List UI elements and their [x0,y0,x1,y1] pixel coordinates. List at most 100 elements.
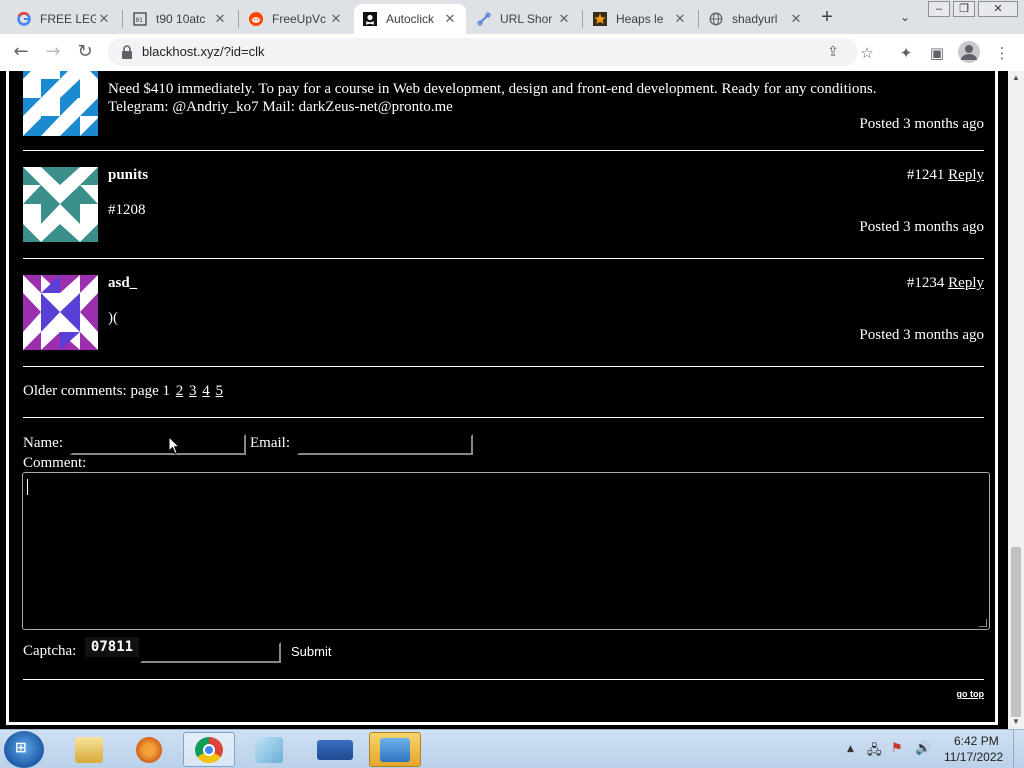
clock-date[interactable]: 11/17/2022 [944,750,1003,764]
name-field[interactable] [70,434,246,455]
tab-title: Autoclick [386,12,435,26]
taskbar-keyboard[interactable] [309,732,361,767]
site-icon: 01 [132,11,148,27]
scrollbar-thumb[interactable] [1011,547,1021,717]
chrome-icon [195,736,223,763]
tab-t90[interactable]: 01 t90 10atc ✕ [124,4,236,34]
profile-avatar-icon[interactable] [958,41,980,63]
keyboard-icon [317,739,353,760]
control-panel-icon [380,737,410,762]
action-center-flag-icon[interactable]: ⚑ [891,741,903,756]
comment-number: #1241 [906,167,945,183]
page-link[interactable]: 5 [216,383,224,399]
network-icon[interactable]: 🖧 [867,741,882,763]
google-icon [16,11,32,27]
close-icon[interactable]: ✕ [212,11,228,27]
start-button[interactable]: ⊞ [4,731,44,768]
lock-icon [122,45,132,59]
divider [23,417,984,418]
resize-handle[interactable] [979,619,987,627]
scroll-down-arrow-icon[interactable]: ▼ [1008,715,1024,729]
tab-separator [238,10,239,28]
taskbar-chrome[interactable] [183,732,235,767]
close-icon[interactable]: ✕ [556,11,572,27]
comment-author[interactable]: punits [108,167,148,184]
submit-button[interactable]: Submit [291,644,332,659]
captcha-image: 07811 [85,637,139,657]
reply-link[interactable]: Reply [948,275,984,291]
clock-time[interactable]: 6:42 PM [954,734,999,748]
mouse-pointer-icon [168,436,180,455]
comment-posted-time: Posted 3 months ago [859,219,984,235]
email-field[interactable] [297,434,473,455]
avatar [23,275,98,350]
volume-icon[interactable]: 🔊 [915,741,931,756]
show-desktop-button[interactable] [1013,730,1024,768]
media-player-icon [136,736,162,763]
address-bar[interactable]: blackhost.xyz/?id=clk ⇪ [108,38,858,66]
taskbar-media-player[interactable] [123,732,175,767]
forward-arrow-icon[interactable]: → [41,40,65,64]
comment-body: Need $410 immediately. To pay for a cour… [108,80,978,116]
close-icon[interactable]: ✕ [96,11,112,27]
close-icon[interactable]: ✕ [672,11,688,27]
comment-text-line: Need $410 immediately. To pay for a cour… [108,81,877,97]
windows-logo-icon: ⊞ [15,740,27,756]
comment-number: #1234 [906,275,945,291]
bookmark-star-icon[interactable]: ☆ [856,42,878,64]
tab-free-leg[interactable]: FREE LEG ✕ [8,4,120,34]
comment-author[interactable]: asd_ [108,275,137,292]
tab-freeupvc[interactable]: FreeUpVc ✕ [240,4,352,34]
kebab-menu-icon[interactable]: ⋮ [991,42,1013,64]
show-hidden-icons-arrow-icon[interactable]: ▲ [847,744,854,754]
extensions-puzzle-icon[interactable]: ✦ [895,42,917,64]
pagination-label: Older comments: page [23,383,159,399]
reddit-icon [248,11,264,27]
tab-autoclick[interactable]: Autoclick ✕ [354,4,466,34]
page-link[interactable]: 3 [189,383,197,399]
svg-text:01: 01 [136,17,144,24]
side-panel-icon[interactable]: ▣ [926,42,948,64]
tab-heaps[interactable]: Heaps le ✕ [584,4,696,34]
page-link[interactable]: 2 [176,383,184,399]
comment-posted-time: Posted 3 months ago [859,327,984,343]
comment-meta: #1241 Reply [907,167,984,184]
tab-shadyurl[interactable]: shadyurl ✕ [700,4,812,34]
reply-link[interactable]: Reply [948,167,984,183]
comment-textarea[interactable] [22,472,990,630]
tab-title: FreeUpVc [272,12,327,26]
minimize-button[interactable]: – [928,1,950,17]
taskbar-notepad[interactable] [243,732,295,767]
taskbar: ⊞ ▲ 🖧 ⚑ 🔊 6:42 PM 11/17/2022 [0,729,1024,768]
back-arrow-icon[interactable]: ← [9,40,33,64]
tab-strip: FREE LEG ✕ 01 t90 10atc ✕ FreeUpVc ✕ Aut… [0,0,1024,34]
captcha-field[interactable] [140,642,281,663]
comment-meta: #1234 Reply [907,275,984,292]
current-page: 1 [162,383,171,399]
taskbar-explorer[interactable] [63,732,115,767]
close-icon[interactable]: ✕ [442,11,458,27]
divider [23,679,984,680]
share-icon[interactable]: ⇪ [823,42,843,62]
scroll-up-arrow-icon[interactable]: ▲ [1008,71,1024,85]
maximize-button[interactable]: ❐ [953,1,975,17]
close-window-button[interactable]: ✕ [978,1,1018,17]
browser-toolbar: ← → ↻ blackhost.xyz/?id=clk ⇪ ☆ ✦ ▣ ⋮ [0,34,1024,71]
reload-icon[interactable]: ↻ [73,40,97,64]
tab-url-shortener[interactable]: URL Shor ✕ [468,4,580,34]
page-link[interactable]: 4 [202,383,210,399]
taskbar-control-panel[interactable] [369,732,421,767]
divider [23,150,984,151]
go-top-link[interactable]: go top [957,689,985,699]
captcha-label: Captcha: [23,643,77,659]
close-icon[interactable]: ✕ [788,11,804,27]
text-caret [27,479,28,495]
page-viewport: Need $410 immediately. To pay for a cour… [0,71,1008,729]
name-label: Name: [23,435,63,451]
new-tab-button[interactable]: + [815,6,839,30]
star-icon [592,11,608,27]
vertical-scrollbar[interactable]: ▲ ▼ [1008,71,1024,729]
tab-title: URL Shor [500,12,553,26]
close-icon[interactable]: ✕ [328,11,344,27]
tab-search-chevron-icon[interactable]: ⌄ [894,6,916,28]
